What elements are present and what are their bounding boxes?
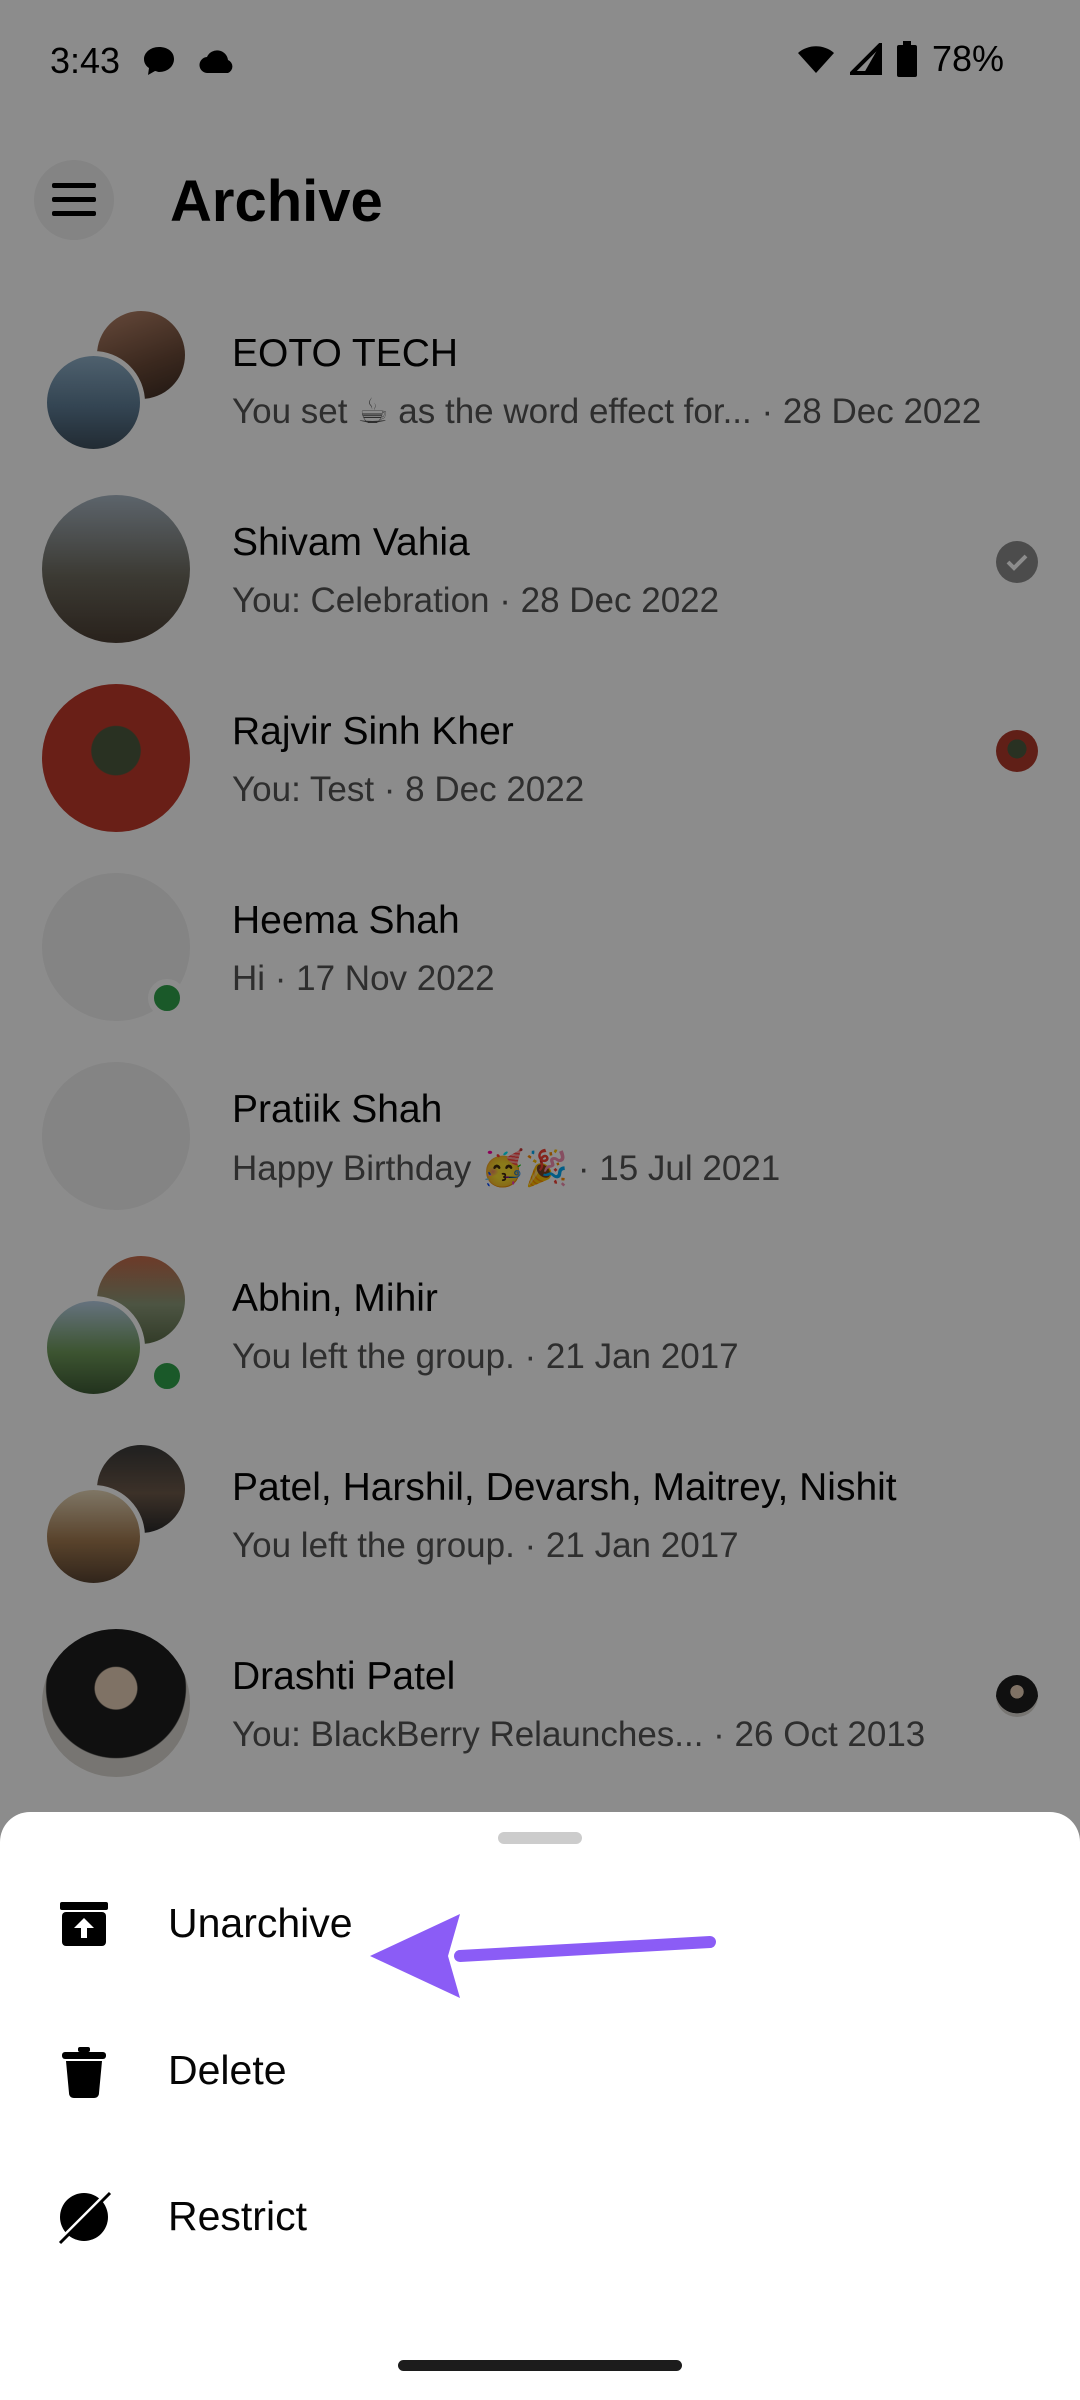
screen: 3:43 78% Archive EOTO TECH You set ☕ as … — [0, 0, 1080, 2400]
system-navigation-handle[interactable] — [398, 2360, 682, 2371]
restrict-icon — [58, 2191, 112, 2245]
trash-icon — [62, 2047, 106, 2098]
annotation-arrow-icon — [370, 1914, 716, 1998]
unarchive-icon — [60, 1902, 108, 1946]
delete-button[interactable]: Delete — [0, 1997, 1080, 2137]
restrict-label: Restrict — [168, 2193, 307, 2239]
sheet-drag-handle[interactable] — [498, 1832, 582, 1844]
unarchive-label: Unarchive — [168, 1900, 353, 1946]
restrict-button[interactable]: Restrict — [0, 2143, 1080, 2283]
delete-label: Delete — [168, 2047, 287, 2093]
